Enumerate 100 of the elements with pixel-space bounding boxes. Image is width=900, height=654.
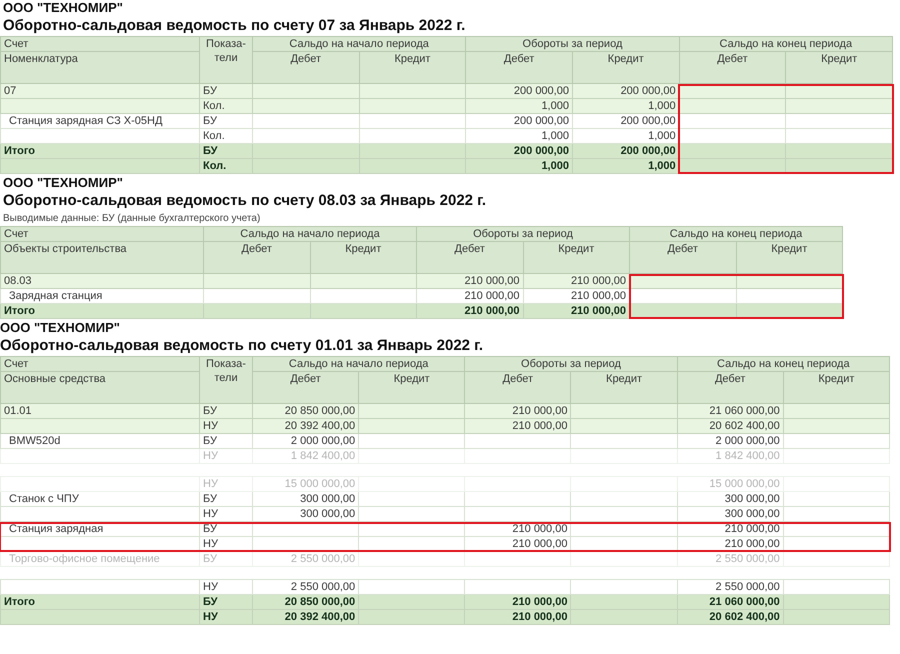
table-cell: 1,000	[541, 130, 569, 142]
table-cell: БУ	[203, 523, 217, 535]
table-cell: Станция зарядная СЗ Х-05НД	[9, 115, 162, 127]
column-header: Обороты за период	[464, 356, 678, 372]
column-header: Дебет	[252, 372, 359, 404]
table-cell: БУ	[203, 85, 217, 97]
report-parameters: Выводимые данные: БУ (данные бухгалтерского учета)	[2, 212, 262, 226]
column-header: Сальдо на начало периода	[252, 36, 466, 52]
column-header: Сальдо на начало периода	[204, 226, 416, 242]
column-header: Кредит	[736, 242, 842, 274]
column-header: Обороты за период	[416, 226, 630, 242]
table-cell: Итого	[4, 145, 36, 157]
column-header: Дебет	[677, 372, 784, 404]
table-cell: 20 850 000,00	[284, 405, 356, 417]
table-cell: БУ	[203, 405, 217, 417]
table-cell: 210 000,00	[464, 275, 520, 287]
table-cell: 1,000	[541, 100, 569, 112]
table-cell: НУ	[203, 581, 218, 593]
table-cell: 200 000,00	[514, 85, 569, 97]
column-header: Дебет	[630, 242, 736, 274]
table-cell: 15 000 000,00	[284, 478, 356, 490]
column-header: Счет	[0, 226, 204, 242]
table-cell: 210 000,00	[724, 523, 780, 535]
table-cell: 200 000,00	[620, 85, 676, 97]
table-cell: 1,000	[648, 130, 676, 142]
table-cell: 2 550 000,00	[290, 581, 356, 593]
table-cell: 2 550 000,00	[290, 553, 356, 565]
table-cell: 200 000,00	[620, 145, 676, 157]
table-cell: 1,000	[648, 160, 676, 172]
table-cell: НУ	[203, 611, 218, 623]
table-cell: 08.03	[4, 275, 32, 287]
column-header: Кредит	[786, 52, 892, 84]
table-cell: 200 000,00	[514, 115, 569, 127]
column-header: Кредит	[570, 372, 678, 404]
table-cell: BMW520d	[9, 435, 60, 447]
column-header: Основные средства	[0, 372, 200, 404]
table-cell: 200 000,00	[620, 115, 676, 127]
column-header: Дебет	[464, 372, 571, 404]
table-cell: Кол.	[203, 160, 226, 172]
table-cell: 210 000,00	[512, 611, 568, 623]
table-cell: НУ	[203, 420, 218, 432]
table-cell: 1 842 400,00	[290, 450, 356, 462]
column-header: Объекты строительства	[0, 242, 204, 274]
table-cell: 01.01	[4, 405, 32, 417]
report-title: Оборотно-сальдовая ведомость по счету 01.01 за Январь 2022 г.	[0, 336, 484, 356]
column-header: Кредит	[572, 52, 680, 84]
table-cell: 07	[4, 85, 16, 97]
table-cell: 1 842 400,00	[716, 450, 780, 462]
table-cell: 210 000,00	[512, 596, 568, 608]
column-header: Дебет	[204, 242, 310, 274]
table-cell: Итого	[4, 305, 36, 317]
column-header: Дебет	[252, 52, 360, 84]
table-cell: 20 392 400,00	[284, 611, 356, 623]
column-header: Сальдо на конец периода	[679, 36, 892, 52]
table-cell: Зарядная станция	[9, 290, 102, 302]
column-header: Показа- тели	[200, 356, 252, 404]
column-header: Обороты за период	[466, 36, 680, 52]
table-cell: Торгово-офисное помещение	[9, 553, 160, 565]
table-cell: НУ	[203, 450, 218, 462]
company-name: ООО "ТЕХНОМИР"	[0, 320, 121, 336]
table-cell: БУ	[203, 115, 217, 127]
table-cell: 210 000,00	[512, 523, 568, 535]
column-header: Кредит	[358, 372, 465, 404]
table-cell: БУ	[203, 435, 217, 447]
table-cell: 20 602 400,00	[709, 611, 780, 623]
column-header: Кредит	[359, 52, 466, 84]
report-title: Оборотно-сальдовая ведомость по счету 07 за Январь 2022 г.	[2, 16, 466, 36]
table-cell: 2 550 000,00	[716, 581, 780, 593]
column-header: Номенклатура	[0, 52, 200, 84]
column-header: Кредит	[783, 372, 890, 404]
column-header: Сальдо на конец периода	[630, 226, 842, 242]
column-header: Сальдо на конец периода	[677, 356, 890, 372]
table-cell: 15 000 000,00	[709, 478, 780, 490]
table-cell: БУ	[203, 145, 218, 157]
table-cell: Кол.	[203, 100, 225, 112]
table-cell: НУ	[203, 538, 218, 550]
column-header: Сальдо на начало периода	[252, 356, 465, 372]
table-cell: 300 000,00	[724, 493, 780, 505]
table-cell: БУ	[203, 553, 217, 565]
table-cell: Кол.	[203, 130, 225, 142]
report-title: Оборотно-сальдовая ведомость по счету 08.03 за Январь 2022 г.	[2, 191, 488, 211]
table-cell: 20 850 000,00	[284, 596, 356, 608]
table-cell: 300 000,00	[300, 508, 356, 520]
column-header: Показа- тели	[200, 36, 252, 84]
company-name: ООО "ТЕХНОМИР"	[2, 175, 124, 191]
table-cell: 21 060 000,00	[709, 405, 780, 417]
table-cell: 1,000	[541, 160, 569, 172]
table-cell: Станок с ЧПУ	[9, 493, 79, 505]
table-cell: 210 000,00	[464, 290, 520, 302]
column-header: Дебет	[466, 52, 572, 84]
table-cell: Станция зарядная	[9, 523, 104, 535]
table-cell: 200 000,00	[514, 145, 569, 157]
table-cell: 21 060 000,00	[709, 596, 780, 608]
table-cell: 300 000,00	[300, 493, 356, 505]
table-cell: 2 000 000,00	[290, 435, 356, 447]
company-name: ООО "ТЕХНОМИР"	[2, 0, 124, 16]
table-cell: 210 000,00	[570, 290, 626, 302]
table-cell: Итого	[4, 596, 36, 608]
table-cell: 20 392 400,00	[284, 420, 356, 432]
table-cell: НУ	[203, 478, 218, 490]
